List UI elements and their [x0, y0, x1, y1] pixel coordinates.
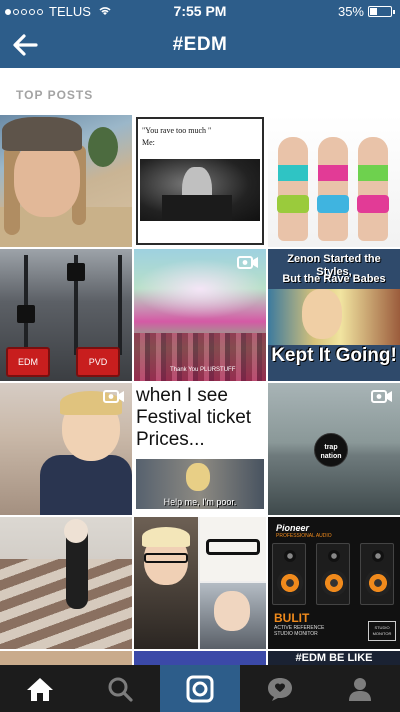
- tab-activity[interactable]: [240, 665, 320, 712]
- meme-text: Festival ticket: [136, 407, 252, 428]
- tab-bar: [0, 665, 400, 712]
- activity-bubble-icon: [268, 677, 292, 701]
- tab-profile[interactable]: [320, 665, 400, 712]
- tab-explore[interactable]: [80, 665, 160, 712]
- meme-text: when I see: [136, 385, 228, 406]
- trap-nation-logo: trap nation: [314, 433, 348, 467]
- meme-text: "You rave too much ": [142, 126, 212, 135]
- status-bar: TELUS 7:55 PM 35%: [0, 0, 400, 22]
- post-thumbnail[interactable]: [0, 517, 132, 649]
- battery-status: 35%: [337, 4, 395, 19]
- battery-icon: [368, 6, 395, 17]
- profile-icon: [349, 677, 371, 701]
- post-thumbnail[interactable]: Zenon Started the Styles, But the Rave B…: [268, 249, 400, 381]
- page-title: #EDM: [172, 34, 228, 55]
- header: TELUS 7:55 PM 35% #EDM: [0, 0, 400, 68]
- video-icon: [371, 389, 393, 404]
- nav-bar: #EDM: [0, 26, 400, 66]
- post-thumbnail[interactable]: #EDM BE LIKE: [268, 651, 400, 665]
- meme-text: Me:: [142, 138, 155, 147]
- meme-text: Prices...: [136, 429, 205, 450]
- section-label-top-posts: TOP POSTS: [16, 88, 94, 102]
- post-thumbnail[interactable]: Thank You PLURSTUFF: [134, 249, 266, 381]
- post-thumbnail[interactable]: [0, 383, 132, 515]
- post-thumbnail[interactable]: when I see Festival ticket Prices... Hel…: [134, 383, 266, 515]
- screen: TELUS 7:55 PM 35% #EDM TOP POSTS "You ra…: [0, 0, 400, 712]
- post-thumbnail[interactable]: Pioneer PROFESSIONAL AUDIO BULIT ACTIVE …: [268, 517, 400, 649]
- post-thumbnail[interactable]: [0, 115, 132, 247]
- meme-text: Kept It Going!: [271, 345, 397, 366]
- fader-label: EDM: [6, 347, 50, 377]
- battery-fill: [370, 8, 377, 15]
- brand-subtext: PROFESSIONAL AUDIO: [276, 533, 332, 539]
- product-desc: STUDIO MONITOR: [274, 631, 318, 637]
- product-name: BULIT: [274, 611, 310, 625]
- post-thumbnail[interactable]: [0, 651, 132, 665]
- tab-home[interactable]: [0, 665, 80, 712]
- post-thumbnail[interactable]: trap nation: [268, 383, 400, 515]
- search-icon: [108, 677, 133, 702]
- meme-text: But the Rave Babes: [282, 273, 386, 285]
- post-thumbnail[interactable]: [268, 115, 400, 247]
- post-grid: "You rave too much " Me: EDM PVD Thank Yo…: [0, 115, 400, 665]
- brand-text: Pioneer: [276, 523, 310, 533]
- photo-caption: Thank You PLURSTUFF: [170, 367, 236, 373]
- home-icon: [27, 677, 53, 701]
- video-icon: [103, 389, 125, 404]
- fader-label: PVD: [76, 347, 120, 377]
- tab-camera[interactable]: [160, 665, 240, 712]
- post-thumbnail[interactable]: [134, 517, 266, 649]
- video-icon: [237, 255, 259, 270]
- camera-icon: [186, 675, 214, 702]
- meme-text: #EDM BE LIKE: [295, 652, 373, 664]
- meme-caption: Help me, I'm poor.: [163, 497, 237, 507]
- post-thumbnail[interactable]: "You rave too much " Me:: [134, 115, 266, 247]
- battery-percent: 35%: [337, 4, 364, 19]
- post-thumbnail[interactable]: EDM PVD: [0, 249, 132, 381]
- monitor-badge: STUDIO MONITOR: [368, 621, 396, 641]
- post-thumbnail[interactable]: [134, 651, 266, 665]
